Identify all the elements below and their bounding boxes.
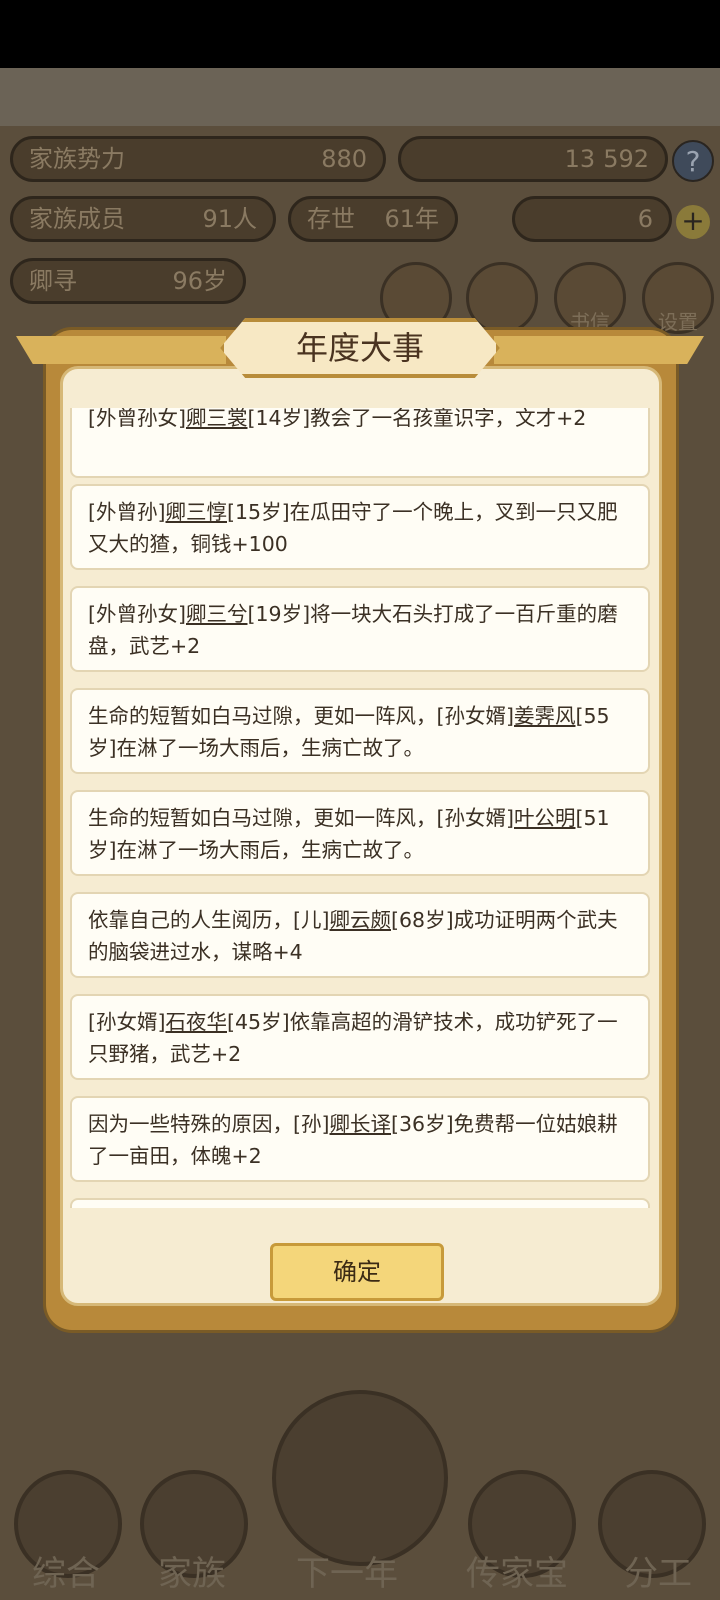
gold-ingot-panel: 6	[512, 196, 672, 242]
top-banner	[0, 68, 720, 126]
bottom-nav: 综合 家族 下一年 传家宝 分工	[0, 1380, 720, 1600]
person-link[interactable]: 姜霁风	[514, 704, 576, 728]
family-power-value: 880	[321, 145, 367, 173]
title-ribbon-right	[494, 336, 704, 364]
person-link[interactable]: 石夜华	[166, 1010, 228, 1034]
currency-a-value: 13	[564, 145, 596, 173]
help-button[interactable]: ?	[672, 140, 714, 182]
list-item: 生命的短暂如白马过隙，更如一阵风，[孙女婿]叶公明[51岁]在淋了一场大雨后，生…	[70, 790, 650, 876]
gold-value: 6	[637, 205, 653, 233]
list-item: 生命的短暂如白马过隙，更如一阵风，[孙女婿]姜霁风[55岁]在淋了一场大雨后，生…	[70, 688, 650, 774]
nav-label-next-year[interactable]: 下一年	[296, 1546, 398, 1595]
list-item: 依靠自己的人生阅历，[儿]卿云颇[68岁]成功证明两个武夫的脑袋进过水，谋略+4	[70, 892, 650, 978]
nav-label-heirloom[interactable]: 传家宝	[466, 1546, 568, 1595]
nav-label-assign[interactable]: 分工	[624, 1546, 692, 1595]
nav-next-year-icon[interactable]	[272, 1390, 448, 1566]
family-members-panel: 家族成员 91人	[10, 196, 276, 242]
currency-panel: 13 592	[398, 136, 668, 182]
alive-value: 61年	[384, 205, 439, 233]
status-bar	[0, 0, 720, 68]
list-item: [外曾孙女]卿三兮[19岁]将一块大石头打成了一百斤重的磨盘，武艺+2	[70, 586, 650, 672]
list-item	[70, 1198, 650, 1208]
letter-icon[interactable]: 书信	[554, 262, 626, 334]
list-item: [外曾孙女]卿三裳[14岁]教会了一名孩童识字，文才+2	[70, 408, 650, 478]
family-power-panel: 家族势力 880	[10, 136, 386, 182]
leader-age: 96岁	[172, 267, 227, 295]
leader-name: 卿寻	[29, 267, 77, 295]
person-link[interactable]: 卿三裳	[186, 408, 248, 430]
add-gold-button[interactable]: +	[676, 205, 710, 239]
person-link[interactable]: 卿云颇	[330, 908, 392, 932]
alive-years-panel: 存世 61年	[288, 196, 458, 242]
title-ribbon-left	[16, 336, 226, 364]
person-link[interactable]: 叶公明	[514, 806, 576, 830]
nav-label-family[interactable]: 家族	[158, 1546, 226, 1595]
list-item: [孙女婿]石夜华[45岁]依靠高超的滑铲技术，成功铲死了一只野猪，武艺+2	[70, 994, 650, 1080]
person-link[interactable]: 卿三惇	[166, 500, 228, 524]
family-members-label: 家族成员	[29, 205, 125, 233]
leader-panel: 卿寻 96岁	[10, 258, 246, 304]
list-item: 因为一些特殊的原因，[孙]卿长译[36岁]免费帮一位姑娘耕了一亩田，体魄+2	[70, 1096, 650, 1182]
alive-label: 存世	[307, 205, 355, 233]
list-item: [外曾孙]卿三惇[15岁]在瓜田守了一个晚上，叉到一只又肥又大的猹，铜钱+100	[70, 484, 650, 570]
family-power-label: 家族势力	[29, 145, 125, 173]
settings-icon[interactable]: 设置	[642, 262, 714, 334]
person-link[interactable]: 卿三兮	[186, 602, 248, 626]
person-link[interactable]: 卿长译	[330, 1112, 392, 1136]
dialog-title: 年度大事	[295, 329, 424, 367]
currency-b-value: 592	[603, 145, 649, 173]
events-list[interactable]: [外曾孙女]卿三裳[14岁]教会了一名孩童识字，文才+2 [外曾孙]卿三惇[15…	[70, 408, 650, 1208]
confirm-button[interactable]: 确定	[270, 1243, 444, 1301]
family-members-value: 91人	[202, 205, 257, 233]
nav-label-overview[interactable]: 综合	[32, 1546, 100, 1595]
